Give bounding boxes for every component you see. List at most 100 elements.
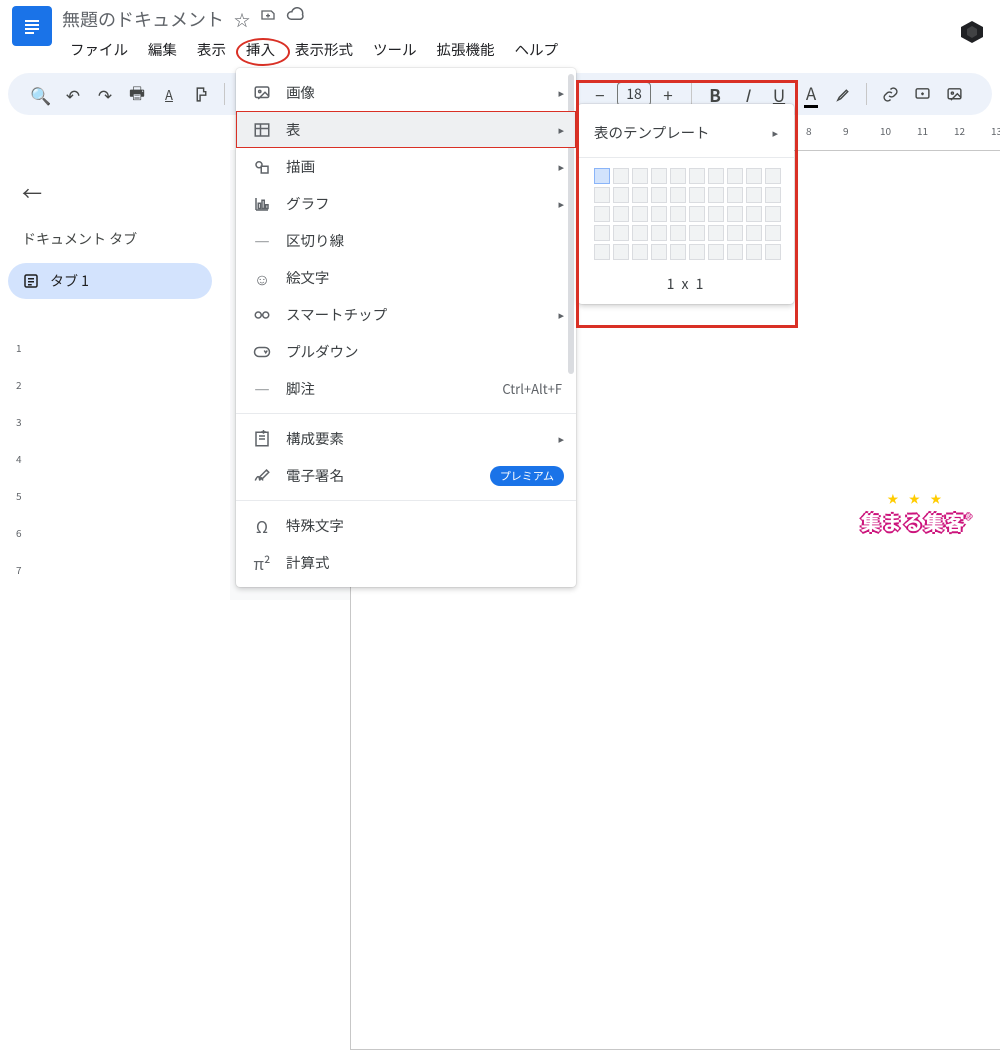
grid-cell[interactable]: [765, 168, 781, 184]
menu-item-hr[interactable]: ― 区切り線: [236, 222, 576, 259]
grid-cell[interactable]: [651, 187, 667, 203]
menu-item-blocks[interactable]: 構成要素 ▸: [236, 420, 576, 457]
separator: [224, 83, 225, 105]
insert-image-icon[interactable]: [939, 79, 969, 109]
grid-cell[interactable]: [727, 206, 743, 222]
grid-cell[interactable]: [594, 244, 610, 260]
grid-cell[interactable]: [613, 168, 629, 184]
grid-cell[interactable]: [727, 168, 743, 184]
grid-cell[interactable]: [651, 206, 667, 222]
grid-cell[interactable]: [613, 206, 629, 222]
grid-cell[interactable]: [689, 244, 705, 260]
comment-icon[interactable]: [907, 79, 937, 109]
grid-cell[interactable]: [689, 168, 705, 184]
grid-cell[interactable]: [765, 206, 781, 222]
grid-cell[interactable]: [727, 187, 743, 203]
grid-cell[interactable]: [651, 244, 667, 260]
spellcheck-icon[interactable]: A: [154, 79, 184, 109]
grid-cell[interactable]: [746, 187, 762, 203]
equation-icon: π²: [252, 553, 272, 573]
doc-title[interactable]: 無題のドキュメント: [62, 6, 224, 32]
menu-file[interactable]: ファイル: [62, 36, 136, 63]
grid-cell[interactable]: [765, 187, 781, 203]
move-icon[interactable]: [260, 7, 276, 31]
menu-item-table[interactable]: 表 ▸: [236, 111, 576, 148]
grid-cell[interactable]: [765, 244, 781, 260]
grid-cell[interactable]: [613, 187, 629, 203]
redo-icon[interactable]: ↷: [90, 79, 120, 109]
menu-view[interactable]: 表示: [189, 36, 234, 63]
menu-item-chart[interactable]: グラフ ▸: [236, 185, 576, 222]
grid-cell[interactable]: [670, 206, 686, 222]
grid-cell[interactable]: [689, 225, 705, 241]
grid-cell[interactable]: [632, 168, 648, 184]
grid-cell[interactable]: [632, 206, 648, 222]
grid-cell[interactable]: [708, 225, 724, 241]
grid-cell[interactable]: [746, 244, 762, 260]
grid-cell[interactable]: [594, 206, 610, 222]
menu-ext[interactable]: 拡張機能: [429, 36, 503, 63]
vertical-ruler: 1 2 3 4 5 6 7: [14, 310, 36, 600]
menu-separator: [236, 413, 576, 414]
menu-item-drawing[interactable]: 描画 ▸: [236, 148, 576, 185]
grid-cell[interactable]: [651, 225, 667, 241]
grid-cell[interactable]: [708, 168, 724, 184]
grid-cell[interactable]: [746, 206, 762, 222]
grid-cell[interactable]: [632, 187, 648, 203]
menu-tools[interactable]: ツール: [365, 36, 425, 63]
menu-item-dropdown[interactable]: プルダウン: [236, 333, 576, 370]
menu-edit[interactable]: 編集: [140, 36, 185, 63]
menu-item-equation[interactable]: π² 計算式: [236, 544, 576, 581]
grid-cell[interactable]: [632, 225, 648, 241]
grid-cell[interactable]: [651, 168, 667, 184]
menu-item-image[interactable]: 画像 ▸: [236, 74, 576, 111]
menu-separator: [236, 500, 576, 501]
grid-cell[interactable]: [708, 206, 724, 222]
link-icon[interactable]: [875, 79, 905, 109]
sidebar-tab-item[interactable]: タブ 1: [8, 263, 212, 299]
menu-item-special-chars[interactable]: Ω 特殊文字: [236, 507, 576, 544]
grid-cell[interactable]: [670, 168, 686, 184]
grid-cell[interactable]: [746, 168, 762, 184]
grid-cell[interactable]: [765, 225, 781, 241]
menu-item-smartchip[interactable]: スマートチップ ▸: [236, 296, 576, 333]
grid-cell[interactable]: [613, 244, 629, 260]
cloud-saved-icon[interactable]: [286, 7, 304, 31]
search-icon[interactable]: 🔍: [26, 79, 56, 109]
grid-cell[interactable]: [727, 225, 743, 241]
grid-cell[interactable]: [594, 225, 610, 241]
tab-icon: [22, 272, 40, 290]
grid-cell[interactable]: [594, 187, 610, 203]
grid-cell[interactable]: [670, 225, 686, 241]
text-color-icon[interactable]: A: [796, 79, 826, 109]
grid-cell[interactable]: [613, 225, 629, 241]
print-icon[interactable]: 🖶: [122, 79, 152, 109]
table-size-grid[interactable]: [578, 168, 794, 260]
grid-cell[interactable]: [708, 187, 724, 203]
menu-item-label: 電子署名: [286, 465, 344, 486]
grid-cell[interactable]: [670, 244, 686, 260]
grid-cell[interactable]: [689, 206, 705, 222]
paint-format-icon[interactable]: [186, 79, 216, 109]
menu-format[interactable]: 表示形式: [287, 36, 361, 63]
menu-item-emoji[interactable]: ☺ 絵文字: [236, 259, 576, 296]
menu-item-esign[interactable]: 電子署名 プレミアム: [236, 457, 576, 494]
star-icon[interactable]: ☆: [234, 7, 250, 31]
menu-item-footnote[interactable]: ― 脚注 Ctrl+Alt+F: [236, 370, 576, 407]
grid-cell[interactable]: [632, 244, 648, 260]
docs-app-icon[interactable]: [12, 6, 52, 46]
menu-help[interactable]: ヘルプ: [507, 36, 567, 63]
grid-cell[interactable]: [594, 168, 610, 184]
grid-cell[interactable]: [708, 244, 724, 260]
font-size-value[interactable]: 18: [617, 82, 651, 106]
grid-cell[interactable]: [689, 187, 705, 203]
menu-insert[interactable]: 挿入: [238, 36, 283, 63]
back-arrow-icon[interactable]: ←: [8, 172, 212, 213]
undo-icon[interactable]: ↶: [58, 79, 88, 109]
table-templates-row[interactable]: 表のテンプレート ▸: [578, 112, 794, 153]
diamond-icon[interactable]: [960, 20, 984, 44]
highlight-icon[interactable]: [828, 79, 858, 109]
grid-cell[interactable]: [727, 244, 743, 260]
grid-cell[interactable]: [670, 187, 686, 203]
grid-cell[interactable]: [746, 225, 762, 241]
